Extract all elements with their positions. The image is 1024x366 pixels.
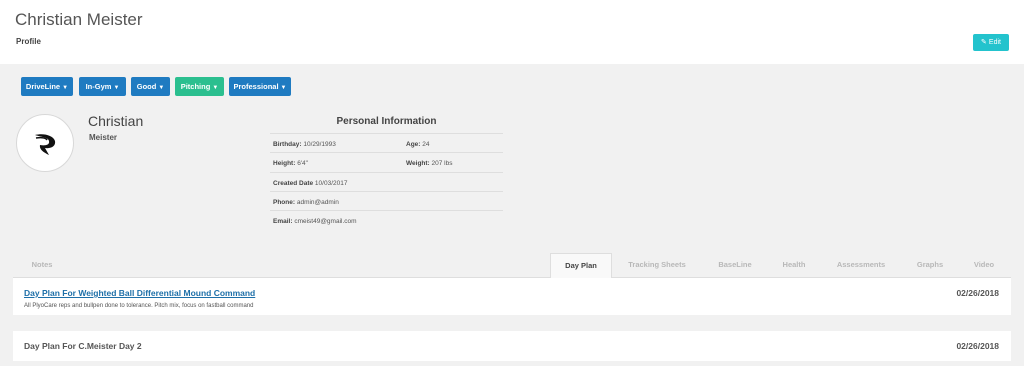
tab-baseline[interactable]: BaseLine <box>708 253 762 277</box>
height-field: Height: 6'4" <box>273 160 308 167</box>
tag-label: Professional <box>233 82 279 91</box>
page-subtitle: Profile <box>16 37 41 46</box>
tag-label: DriveLine <box>25 82 61 91</box>
pitching-dropdown[interactable]: Pitching ▼ <box>175 77 224 96</box>
pi-row-phone: Phone: admin@admin <box>270 191 503 211</box>
tag-label: Good <box>136 82 157 91</box>
caret-down-icon: ▼ <box>212 85 219 91</box>
professional-dropdown[interactable]: Professional ▼ <box>229 77 291 96</box>
caret-down-icon: ▼ <box>62 85 69 91</box>
age-field: Age: 24 <box>406 141 430 148</box>
created-date-field: Created Date 10/03/2017 <box>273 180 348 187</box>
tab-graphs[interactable]: Graphs <box>908 253 952 277</box>
day-plan-description: All PlyoCare reps and bullpen done to to… <box>24 303 254 309</box>
tab-day-plan[interactable]: Day Plan <box>550 253 612 279</box>
edit-icon: ✎ <box>981 39 987 46</box>
caret-down-icon: ▼ <box>280 85 287 91</box>
caret-down-icon: ▼ <box>113 85 120 91</box>
personal-info-title: Personal Information <box>336 116 437 127</box>
day-plan-date: 02/26/2018 <box>956 341 999 351</box>
day-plan-title-link[interactable]: Day Plan For Weighted Ball Differential … <box>24 288 255 298</box>
day-plan-entry[interactable]: Day Plan For C.Meister Day 2 02/26/2018 <box>13 331 1011 361</box>
page-title: Christian Meister <box>15 10 143 29</box>
driveline-dropdown[interactable]: DriveLine ▼ <box>21 77 73 96</box>
tab-notes[interactable]: Notes <box>21 253 63 277</box>
avatar <box>16 114 74 172</box>
day-plan-entry: Day Plan For Weighted Ball Differential … <box>13 278 1011 315</box>
day-plan-title: Day Plan For C.Meister Day 2 <box>24 341 142 351</box>
pi-row-height: Height: 6'4" Weight: 207 lbs <box>270 152 503 172</box>
pi-row-email: Email: cmeist49@gmail.com <box>270 210 503 230</box>
last-name: Meister <box>89 133 118 142</box>
edit-button[interactable]: ✎ Edit <box>973 34 1009 51</box>
page-header: Christian Meister Profile ✎ Edit <box>0 0 1024 64</box>
tab-health[interactable]: Health <box>773 253 815 277</box>
good-dropdown[interactable]: Good ▼ <box>131 77 170 96</box>
pi-row-created: Created Date 10/03/2017 <box>270 172 503 192</box>
day-plan-date: 02/26/2018 <box>956 288 999 298</box>
tab-assessments[interactable]: Assessments <box>828 253 894 277</box>
tab-video[interactable]: Video <box>963 253 1005 277</box>
pi-row-birthday: Birthday: 10/29/1993 Age: 24 <box>270 133 503 153</box>
email-field: Email: cmeist49@gmail.com <box>273 218 357 225</box>
in-gym-dropdown[interactable]: In-Gym ▼ <box>79 77 126 96</box>
tag-label: Pitching <box>180 82 211 91</box>
weight-field: Weight: 207 lbs <box>406 160 453 167</box>
edit-label: Edit <box>988 39 1001 46</box>
driveline-logo-icon <box>35 134 56 155</box>
phone-field: Phone: admin@admin <box>273 199 339 206</box>
tabs-bar: Notes Day Plan Tracking Sheets BaseLine … <box>13 253 1011 279</box>
tag-label: In-Gym <box>85 82 112 91</box>
tab-tracking-sheets[interactable]: Tracking Sheets <box>619 253 695 277</box>
first-name: Christian <box>88 113 144 129</box>
caret-down-icon: ▼ <box>158 85 165 91</box>
birthday-field: Birthday: 10/29/1993 <box>273 141 336 148</box>
